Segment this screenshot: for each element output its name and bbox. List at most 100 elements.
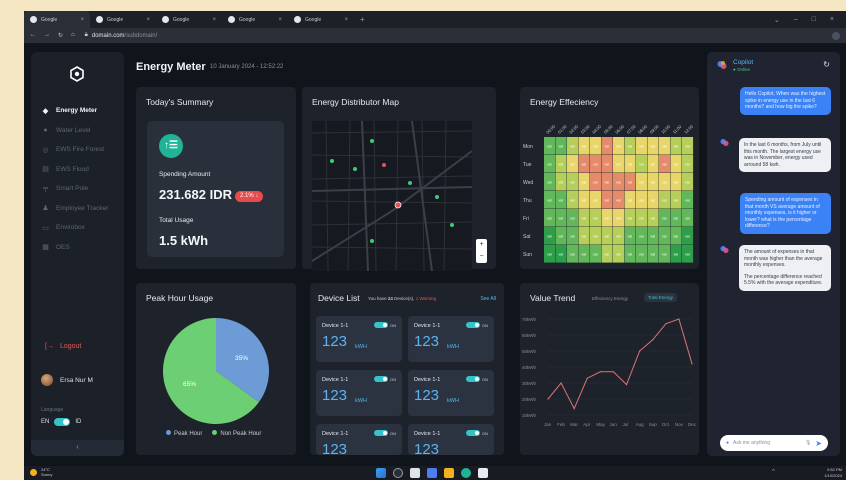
- profile-icon[interactable]: [832, 31, 840, 40]
- x-tick-label: Feb: [557, 422, 565, 427]
- minimize-icon[interactable]: –: [794, 16, 798, 24]
- reload-icon[interactable]: ↻: [58, 32, 63, 39]
- home-icon[interactable]: ⌂: [71, 32, 75, 39]
- trend-line-chart: 10kWh 20kWh 30kWh 40kWh 50kWh 60kWh 70kWh Jan Fe…: [522, 317, 697, 427]
- tab-total-energy[interactable]: Total Energy: [644, 293, 678, 302]
- zoom-out-button[interactable]: −: [476, 251, 487, 263]
- peak-card: Peak Hour Usage 35% 65% Peak Hour Non Pea…: [136, 283, 296, 455]
- heatmap-cell-label: val: [639, 217, 644, 221]
- toggle-switch[interactable]: [466, 376, 480, 382]
- toggle-switch[interactable]: [374, 376, 388, 382]
- sidebar-item[interactable]: ● Water Level: [41, 121, 123, 141]
- url-field[interactable]: domain.com/subdomain/: [92, 33, 157, 39]
- task-view-icon[interactable]: [410, 468, 420, 478]
- map-marker[interactable]: [353, 167, 357, 171]
- heatmap-cell-label: val: [662, 181, 667, 185]
- map-marker[interactable]: [394, 201, 402, 209]
- store-icon[interactable]: [478, 468, 488, 478]
- sidebar-item[interactable]: ◎ EWS Fire Forest: [41, 140, 123, 160]
- map-marker[interactable]: [382, 163, 386, 167]
- browser-tab[interactable]: Google ×: [90, 11, 156, 28]
- weather-widget[interactable]: 24°C Sunny: [30, 467, 52, 477]
- tray-chevron-icon[interactable]: ^: [772, 469, 775, 475]
- file-explorer-icon[interactable]: [444, 468, 454, 478]
- device-status-toggle[interactable]: ON: [374, 322, 396, 328]
- heatmap-cell-label: val: [685, 163, 690, 167]
- device-status-toggle[interactable]: ON: [466, 322, 488, 328]
- new-tab-icon[interactable]: +: [360, 15, 365, 24]
- device-status-toggle[interactable]: ON: [466, 430, 488, 436]
- chat-input[interactable]: ● Ask me anything 🎙︎ ➤: [720, 435, 828, 451]
- browser-tab[interactable]: Google ×: [24, 11, 90, 28]
- close-tab-icon[interactable]: ×: [212, 17, 216, 23]
- chevron-down-icon[interactable]: ⌄: [774, 16, 780, 24]
- device-card[interactable]: Device 1-1 ON 123 kWH: [316, 316, 402, 362]
- close-tab-icon[interactable]: ×: [146, 17, 150, 23]
- toggle-switch[interactable]: [374, 322, 388, 328]
- map-zoom-controls: + −: [476, 239, 487, 263]
- language-toggle[interactable]: [54, 418, 71, 426]
- browser-tab[interactable]: Google ×: [156, 11, 222, 28]
- sidebar-item[interactable]: ♟ Employee Tracker: [41, 199, 123, 219]
- change-badge: 2.1% ↓: [235, 191, 264, 202]
- sidebar-item[interactable]: ╤ Smart Pole: [41, 179, 123, 199]
- map-marker[interactable]: [450, 223, 454, 227]
- copilot-avatar-icon: [720, 138, 729, 147]
- toggle-switch[interactable]: [466, 322, 480, 328]
- sidebar: ◆ Energy Meter ● Water Level ◎ EWS Fire Fores…: [31, 52, 124, 456]
- search-icon[interactable]: [393, 468, 403, 478]
- sidebar-item[interactable]: ▦ OES: [41, 238, 123, 258]
- distributor-map[interactable]: [312, 121, 472, 271]
- clock[interactable]: 0:52 PM 1/10/2024: [824, 467, 842, 478]
- sidebar-item[interactable]: ▤ EWS Flood: [41, 160, 123, 180]
- map-marker[interactable]: [370, 139, 374, 143]
- device-status-toggle[interactable]: ON: [374, 376, 396, 382]
- device-card[interactable]: Device 1-1 ON 123 kWH: [408, 316, 494, 362]
- see-all-link[interactable]: See All: [480, 296, 496, 302]
- mic-icon[interactable]: 🎙︎: [805, 440, 811, 446]
- toggle-switch[interactable]: [466, 430, 480, 436]
- usage-label: Total Usage: [159, 217, 194, 224]
- close-icon[interactable]: ×: [830, 16, 834, 24]
- trend-title: Value Trend: [530, 293, 576, 303]
- heatmap-cell-label: val: [582, 181, 587, 185]
- summary-card: Today's Summary ↑☰ Spending Amount 231.6…: [136, 87, 296, 269]
- browser-tab[interactable]: Google ×: [288, 11, 354, 28]
- forward-icon[interactable]: →: [44, 32, 50, 39]
- windows-start-icon[interactable]: [376, 468, 386, 478]
- heatmap-col-label: 07:00: [626, 123, 637, 134]
- os-taskbar: 24°C Sunny ^ 0:52 PM 1/10/2024: [24, 466, 846, 480]
- map-marker[interactable]: [435, 195, 439, 199]
- device-card[interactable]: Device 1-1 ON 123 kWH: [408, 370, 494, 416]
- zoom-in-button[interactable]: +: [476, 239, 487, 251]
- device-card[interactable]: Device 1-1 ON 123: [316, 424, 402, 455]
- sidebar-item[interactable]: ◆ Energy Meter: [41, 101, 123, 121]
- map-marker[interactable]: [330, 159, 334, 163]
- map-marker[interactable]: [408, 181, 412, 185]
- user-profile[interactable]: Ersa Nur M: [41, 374, 93, 386]
- close-tab-icon[interactable]: ×: [344, 17, 348, 23]
- browser-tab[interactable]: Google ×: [222, 11, 288, 28]
- device-card[interactable]: Device 1-1 ON 123: [408, 424, 494, 455]
- logout-button[interactable]: [→ Logout: [45, 343, 81, 350]
- heatmap-row-label: Tue: [523, 162, 532, 168]
- map-marker[interactable]: [370, 239, 374, 243]
- device-status-toggle[interactable]: ON: [466, 376, 488, 382]
- heatmap-cell-label: val: [605, 199, 610, 203]
- sidebar-item[interactable]: ▭ Envirobox: [41, 218, 123, 238]
- edge-browser-icon[interactable]: [461, 468, 471, 478]
- device-card[interactable]: Device 1-1 ON 123 kWH: [316, 370, 402, 416]
- send-icon[interactable]: ➤: [815, 439, 822, 448]
- close-tab-icon[interactable]: ×: [278, 17, 282, 23]
- toggle-switch[interactable]: [374, 430, 388, 436]
- back-icon[interactable]: ←: [30, 32, 36, 39]
- collapse-sidebar-button[interactable]: ‹: [31, 440, 124, 456]
- tab-efficiency[interactable]: Effeciency Energy: [592, 296, 628, 301]
- x-tick-label: Nov: [675, 422, 684, 427]
- refresh-icon[interactable]: ↻: [823, 60, 830, 69]
- maximize-icon[interactable]: □: [812, 16, 816, 24]
- chat-app-icon[interactable]: [427, 468, 437, 478]
- device-status-toggle[interactable]: ON: [374, 430, 396, 436]
- close-tab-icon[interactable]: ×: [80, 17, 84, 23]
- trend-point: [665, 323, 667, 325]
